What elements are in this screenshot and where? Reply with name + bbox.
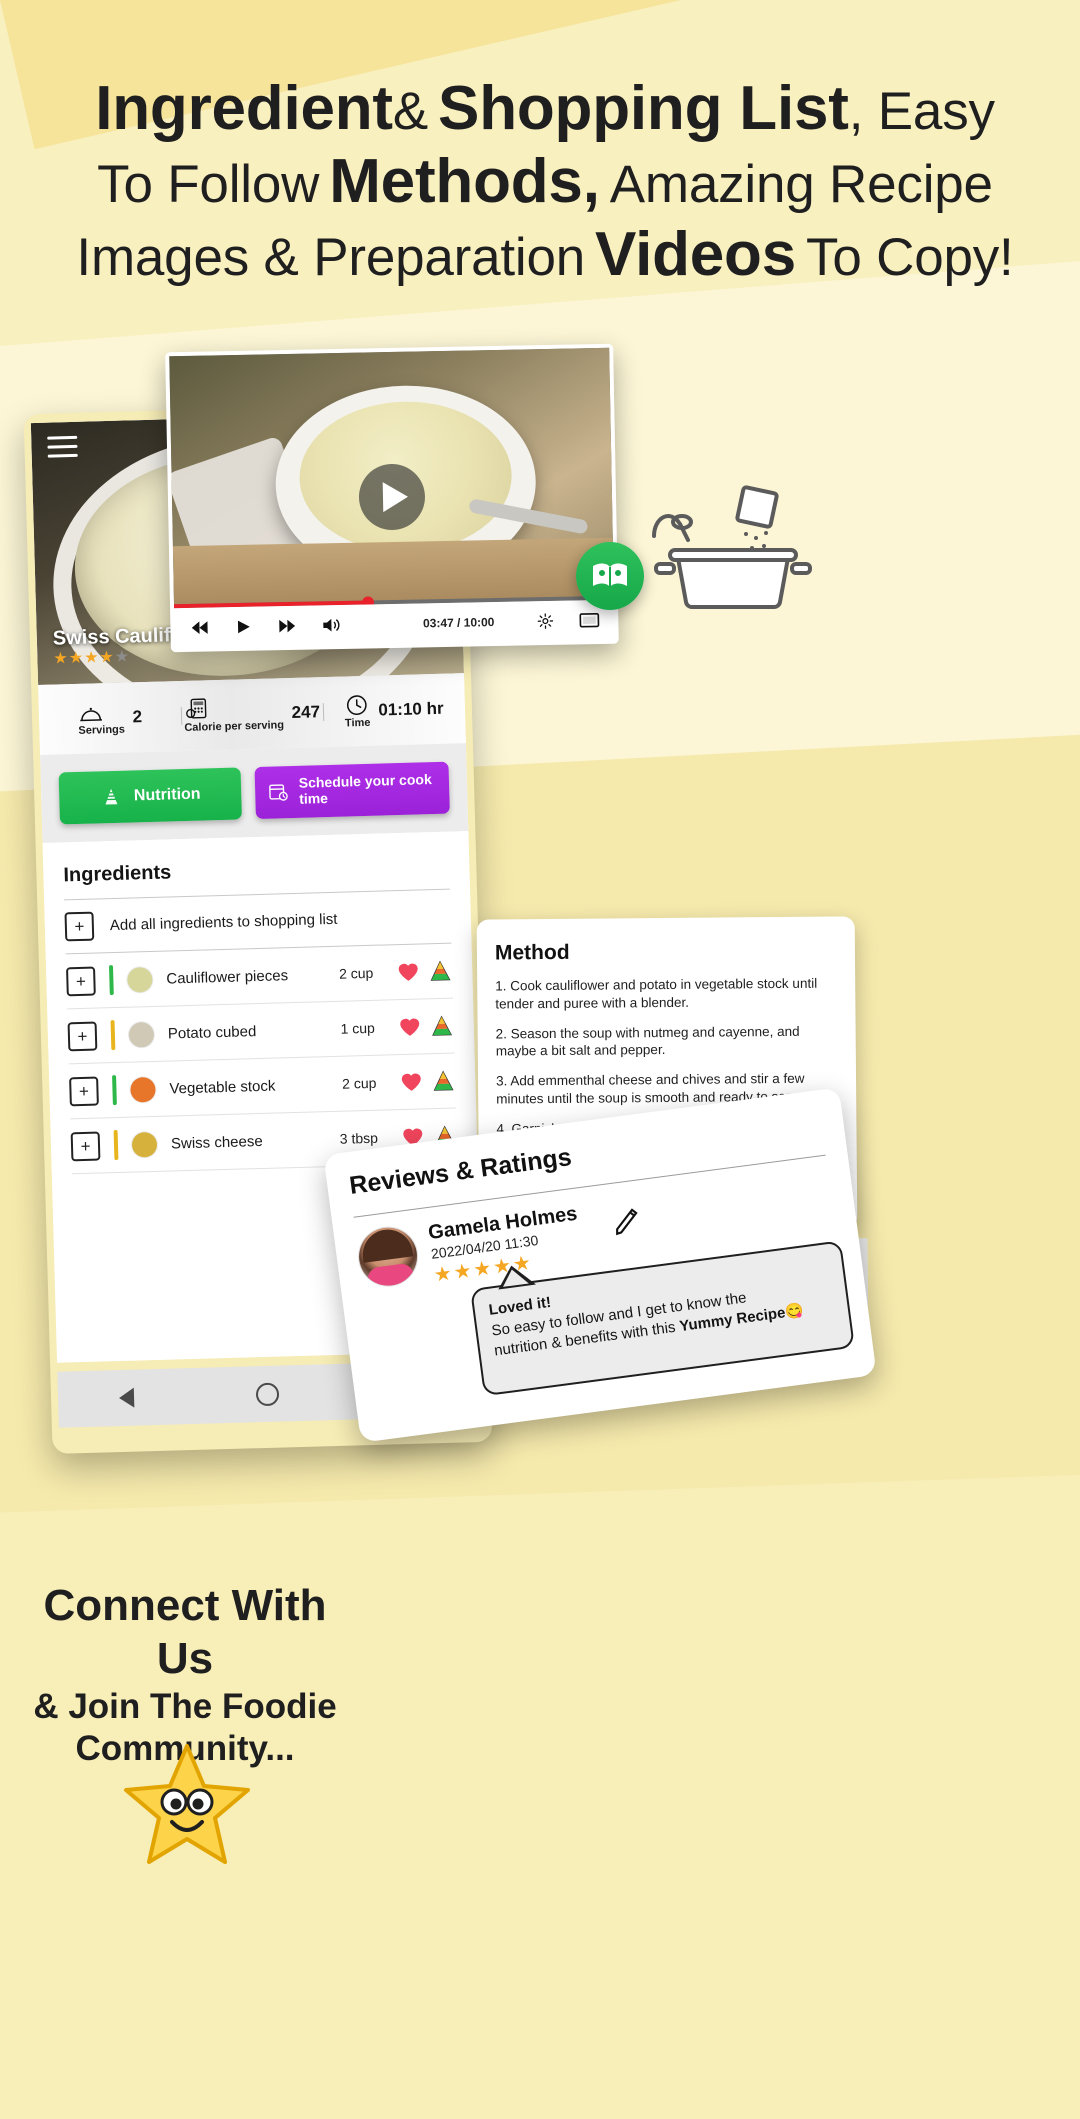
ingredient-quantity: 2 cup (341, 1074, 377, 1092)
headline-word-ingredient: Ingredient (95, 74, 393, 143)
rating-empty: ★ (114, 648, 131, 666)
avatar (355, 1224, 421, 1290)
rating-filled: ★★★★ (53, 648, 116, 668)
plus-icon[interactable]: + (67, 1021, 98, 1051)
heart-icon (401, 1073, 421, 1091)
info-cell-calories: Calorie per serving 247 (181, 693, 324, 735)
headline-amp: & (392, 82, 429, 141)
ingredient-name: Potato cubed (167, 1022, 257, 1043)
pyramid-icon (433, 1070, 454, 1091)
headline-word-shopping-list: Shopping List (438, 74, 849, 143)
ingredient-quantity: 2 cup (338, 964, 374, 982)
back-triangle-icon[interactable] (118, 1387, 135, 1409)
ingredient-color-bar (108, 965, 114, 996)
fullscreen-icon[interactable] (578, 611, 600, 629)
video-controls: 03:47 / 10:00 (174, 599, 615, 649)
nutrition-button-label: Nutrition (133, 785, 201, 805)
info-label-servings: Servings (78, 723, 126, 737)
ingredient-quantity: 1 cup (340, 1019, 376, 1037)
headline-line-3: Images & Preparation Videos To Copy! (0, 218, 1080, 291)
nutrition-button[interactable]: Nutrition (58, 767, 242, 825)
headline-line-1: Ingredient& Shopping List, Easy (0, 72, 1080, 145)
method-step: 2. Season the soup with nutmeg and cayen… (495, 1023, 800, 1059)
headline-to-follow: To Follow (97, 155, 320, 215)
info-value-calories: 247 (291, 702, 321, 722)
heart-icon (398, 963, 418, 981)
skip-previous-icon[interactable] (188, 619, 210, 637)
headline-line-2: To Follow Methods, Amazing Recipe (0, 145, 1080, 218)
review-comment-emoji: 😋 (784, 1302, 805, 1322)
info-cell-time: Time 01:10 hr (322, 689, 465, 731)
volume-icon[interactable] (320, 616, 342, 634)
ingredient-color-bar (110, 1020, 116, 1051)
gear-icon[interactable] (534, 612, 556, 630)
bubble-tail (495, 1262, 537, 1290)
plus-icon[interactable]: + (66, 966, 96, 996)
headline-images-preparation: Images & Preparation (76, 228, 586, 288)
review-comment-bubble: Loved it! So easy to follow and I get to… (470, 1240, 855, 1397)
home-circle-icon[interactable] (256, 1382, 280, 1406)
plus-icon[interactable]: + (64, 911, 95, 942)
ingredient-list: + Cauliflower pieces 2 cup + Potato cubed 1 c… (65, 943, 458, 1175)
ingredient-color-bar (112, 1075, 117, 1106)
info-value-servings: 2 (132, 707, 143, 727)
recipe-info-strip: Servings 2 Calorie per serving 247 Time … (38, 673, 466, 756)
info-label-calories: Calorie per serving (184, 719, 285, 735)
info-label-time: Time (344, 716, 371, 730)
heart-icon (400, 1018, 420, 1036)
skip-next-icon[interactable] (276, 617, 298, 635)
ingredient-badges (398, 1070, 456, 1094)
pyramid-icon (432, 1015, 453, 1036)
open-book-icon[interactable] (576, 542, 644, 610)
plus-icon[interactable]: + (69, 1076, 99, 1106)
add-all-ingredients-label: Add all ingredients to shopping list (109, 910, 338, 935)
ingredient-badges (395, 960, 453, 984)
calendar-clock-icon (269, 784, 288, 801)
action-button-row: Nutrition Schedule your cook time (40, 743, 469, 843)
video-time-display: 03:47 / 10:00 (422, 615, 495, 631)
footer-line-2: & Join The Foodie (33, 1686, 337, 1726)
pyramid-icon (430, 960, 451, 981)
pencil-icon[interactable] (608, 1200, 646, 1238)
book-glyph (593, 563, 627, 587)
calculator-icon (186, 698, 207, 719)
clock-icon (347, 695, 368, 716)
schedule-cook-time-button[interactable]: Schedule your cook time (254, 761, 450, 820)
info-value-time: 01:10 hr (378, 698, 444, 720)
headline: Ingredient& Shopping List, Easy To Follow… (0, 72, 1080, 291)
ingredient-quantity: 3 tbsp (339, 1129, 379, 1147)
method-title: Method (494, 940, 570, 965)
ingredient-thumbnail (131, 1131, 158, 1158)
ingredient-badges (397, 1015, 455, 1039)
serving-dome-icon (80, 707, 103, 722)
avatar-hair (359, 1226, 414, 1263)
hamburger-menu-icon[interactable] (47, 435, 78, 459)
schedule-button-label: Schedule your cook time (298, 771, 432, 807)
plus-icon[interactable]: + (70, 1131, 101, 1161)
ingredient-thumbnail (130, 1076, 156, 1103)
star-mascot-icon (124, 1744, 250, 1864)
headline-word-methods: Methods, (329, 147, 600, 217)
method-step: 1. Cook cauliflower and potato in vegeta… (495, 975, 818, 1012)
video-viewport[interactable] (169, 347, 614, 609)
info-cell-servings: Servings 2 (39, 697, 182, 739)
cooking-pot-icon (652, 485, 812, 609)
headline-to-copy: To Copy! (806, 228, 1014, 288)
play-icon[interactable] (232, 618, 254, 636)
ingredient-name: Cauliflower pieces (166, 966, 289, 988)
ingredient-thumbnail (128, 1021, 155, 1048)
ingredient-color-bar (113, 1129, 119, 1161)
headline-amazing-recipe: Amazing Recipe (609, 155, 993, 215)
ingredient-thumbnail (127, 966, 153, 993)
footer-line-1: Connect With Us (43, 1581, 327, 1683)
recipe-rating-stars: ★★★★★ (53, 646, 130, 668)
avatar-shirt (366, 1262, 415, 1289)
headline-easy: , Easy (848, 82, 995, 141)
ingredient-name: Swiss cheese (170, 1132, 263, 1153)
video-player-card[interactable]: 03:47 / 10:00 (165, 343, 619, 653)
ingredient-name: Vegetable stock (169, 1077, 276, 1098)
ingredients-section: Ingredients + Add all ingredients to sho… (42, 831, 478, 1175)
pyramid-icon (105, 788, 118, 805)
headline-word-videos: Videos (595, 220, 797, 290)
